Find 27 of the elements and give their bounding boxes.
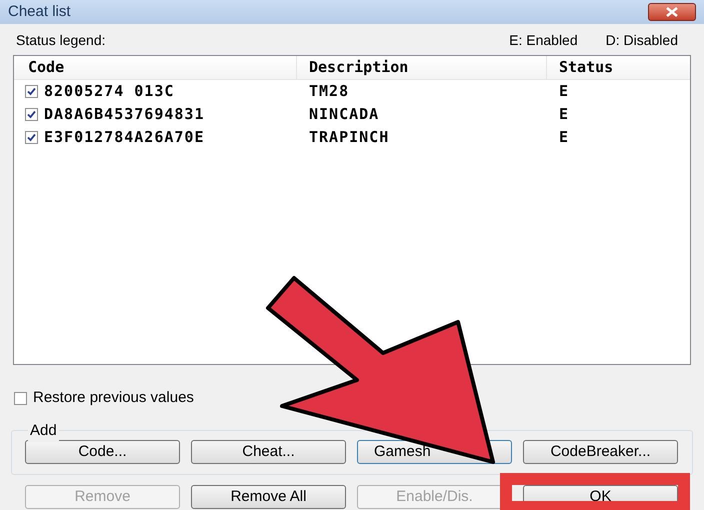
table-cell-text: E — [558, 104, 570, 126]
column-header[interactable]: Code — [14, 56, 297, 79]
table-cell-text: 82005274 013C — [44, 81, 174, 102]
add-button[interactable]: Code... — [25, 440, 180, 464]
column-header[interactable]: Description — [297, 56, 547, 79]
close-button[interactable] — [648, 3, 696, 21]
row-checkbox[interactable] — [25, 85, 38, 98]
table-cell-text: DA8A6B4537694831 — [44, 104, 204, 126]
table-cell-text: TM28 — [308, 81, 350, 102]
row-checkbox[interactable] — [25, 108, 38, 121]
table-cell-text: E — [558, 81, 570, 102]
table-cell-text: E3F012784A26A70E — [44, 127, 204, 148]
legend-item: E: Enabled — [509, 31, 578, 50]
table-cell-text: E — [558, 127, 570, 148]
add-button[interactable]: CodeBreaker... — [523, 440, 678, 464]
row-checkbox[interactable] — [25, 131, 38, 144]
window-title: Cheat list — [8, 2, 71, 22]
table-cell-text: TRAPINCH — [308, 127, 390, 148]
close-icon — [665, 7, 679, 17]
table-cell-text: NINCADA — [308, 104, 380, 126]
add-button[interactable]: Cheat... — [191, 440, 346, 464]
legend-label: Status legend: — [16, 31, 106, 50]
legend-item: D: Disabled — [606, 31, 678, 50]
action-button[interactable]: Remove All — [191, 484, 346, 508]
restore-label: Restore previous values — [33, 388, 194, 408]
restore-checkbox[interactable] — [14, 392, 27, 405]
column-header[interactable]: Status — [547, 56, 690, 79]
